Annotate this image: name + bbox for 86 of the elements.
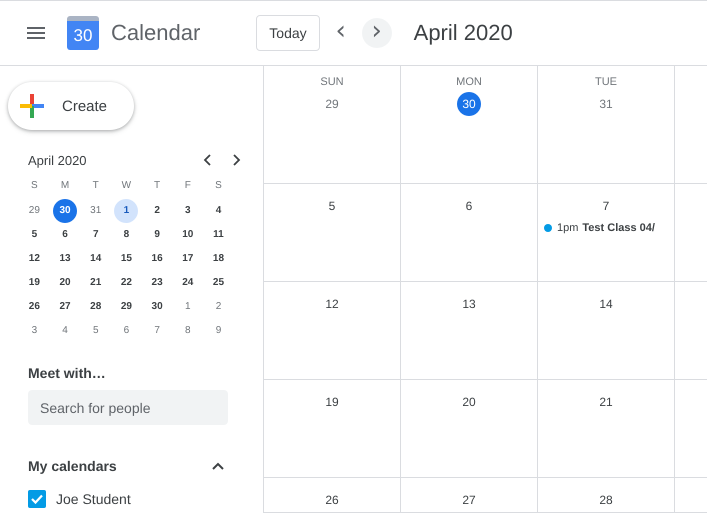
date-number[interactable]: 29 <box>320 92 344 116</box>
weekday-label: T <box>153 179 162 193</box>
search-field[interactable]: Search for people <box>28 390 228 425</box>
weekday-label: TUE <box>595 76 617 90</box>
mini-day[interactable]: 5 <box>84 319 108 343</box>
mini-day[interactable]: 9 <box>145 223 170 247</box>
date-number[interactable]: 31 <box>594 92 618 116</box>
chevron-left-icon[interactable] <box>203 154 211 166</box>
month-title: April 2020 <box>414 20 513 46</box>
date-number[interactable]: 28 <box>594 488 618 512</box>
mini-month-title: April 2020 <box>28 152 88 168</box>
mini-day[interactable]: 29 <box>22 199 46 223</box>
mini-day[interactable]: 9 <box>206 319 230 343</box>
next-button[interactable]: › <box>362 18 392 48</box>
mini-day[interactable]: 21 <box>84 271 108 295</box>
weekday-label: S <box>30 179 39 193</box>
mini-day[interactable]: 31 <box>84 199 108 223</box>
mini-day[interactable]: 17 <box>176 247 200 271</box>
mini-day[interactable]: 30 <box>53 199 78 223</box>
calendar-logo: 30 <box>67 16 99 50</box>
mini-day[interactable]: 18 <box>206 247 230 271</box>
mini-day[interactable]: 4 <box>53 319 78 343</box>
weekday-label: M <box>60 179 70 193</box>
calendar-name: Joe Student <box>56 491 131 507</box>
mini-day[interactable]: 1 <box>114 199 138 223</box>
mini-day[interactable]: 7 <box>84 223 108 247</box>
date-number[interactable]: 13 <box>457 292 481 316</box>
mini-day[interactable]: 3 <box>22 319 46 343</box>
mini-day[interactable]: 7 <box>145 319 170 343</box>
weekday-label: MON <box>456 76 482 90</box>
today-button[interactable]: Today <box>256 15 320 51</box>
mini-day[interactable]: 8 <box>114 223 138 247</box>
mini-day[interactable]: 30 <box>145 295 170 319</box>
mini-day[interactable]: 24 <box>176 271 200 295</box>
date-number[interactable]: 7 <box>594 194 618 218</box>
mini-day[interactable]: 16 <box>145 247 170 271</box>
mini-day[interactable]: 27 <box>53 295 78 319</box>
date-number[interactable]: 21 <box>594 390 618 414</box>
date-number[interactable]: 27 <box>457 488 481 512</box>
mini-day[interactable]: 20 <box>53 271 78 295</box>
date-number[interactable]: 5 <box>320 194 344 218</box>
mini-day[interactable]: 29 <box>114 295 138 319</box>
chevron-up-icon[interactable] <box>212 462 224 470</box>
date-number[interactable]: 30 <box>457 92 481 116</box>
section-title: My calendars <box>28 458 117 474</box>
weekday-label: S <box>214 179 223 193</box>
mini-day[interactable]: 8 <box>176 319 200 343</box>
weekday-label: T <box>92 179 100 193</box>
mini-day[interactable]: 6 <box>114 319 138 343</box>
mini-day[interactable]: 26 <box>22 295 46 319</box>
chevron-right-icon[interactable] <box>233 154 241 166</box>
mini-day[interactable]: 22 <box>114 271 138 295</box>
mini-day[interactable]: 25 <box>206 271 230 295</box>
mini-day[interactable]: 23 <box>145 271 170 295</box>
mini-day[interactable]: 14 <box>84 247 108 271</box>
mini-day[interactable]: 3 <box>176 199 200 223</box>
mini-day[interactable]: 1 <box>176 295 200 319</box>
mini-day[interactable]: 5 <box>22 223 46 247</box>
mini-day[interactable]: 2 <box>145 199 170 223</box>
plus-icon <box>20 94 44 118</box>
mini-day[interactable]: 15 <box>114 247 138 271</box>
previous-button[interactable]: ‹ <box>326 18 356 48</box>
menu-icon[interactable] <box>27 27 45 39</box>
date-number[interactable]: 12 <box>320 292 344 316</box>
checkbox[interactable] <box>28 490 46 508</box>
mini-day[interactable]: 10 <box>176 223 200 247</box>
date-number[interactable]: 6 <box>457 194 481 218</box>
date-number[interactable]: 19 <box>320 390 344 414</box>
create-button[interactable]: Create <box>8 82 134 130</box>
date-number[interactable]: 14 <box>594 292 618 316</box>
section-title: Meet with… <box>28 365 107 381</box>
mini-day[interactable]: 11 <box>206 223 230 247</box>
mini-day[interactable]: 13 <box>53 247 78 271</box>
date-number[interactable]: 20 <box>457 390 481 414</box>
mini-day[interactable]: 19 <box>22 271 46 295</box>
event-chip[interactable]: 1pm Test Class 04/ <box>544 222 670 234</box>
mini-day[interactable]: 2 <box>206 295 230 319</box>
weekday-label: SUN <box>320 76 344 90</box>
date-number[interactable]: 26 <box>320 488 344 512</box>
mini-day[interactable]: 12 <box>22 247 46 271</box>
mini-day[interactable]: 28 <box>84 295 108 319</box>
weekday-label: W <box>120 179 132 193</box>
weekday-label: F <box>184 179 192 193</box>
app-name: Calendar <box>111 20 200 46</box>
mini-day[interactable]: 4 <box>206 199 230 223</box>
mini-day[interactable]: 6 <box>53 223 78 247</box>
